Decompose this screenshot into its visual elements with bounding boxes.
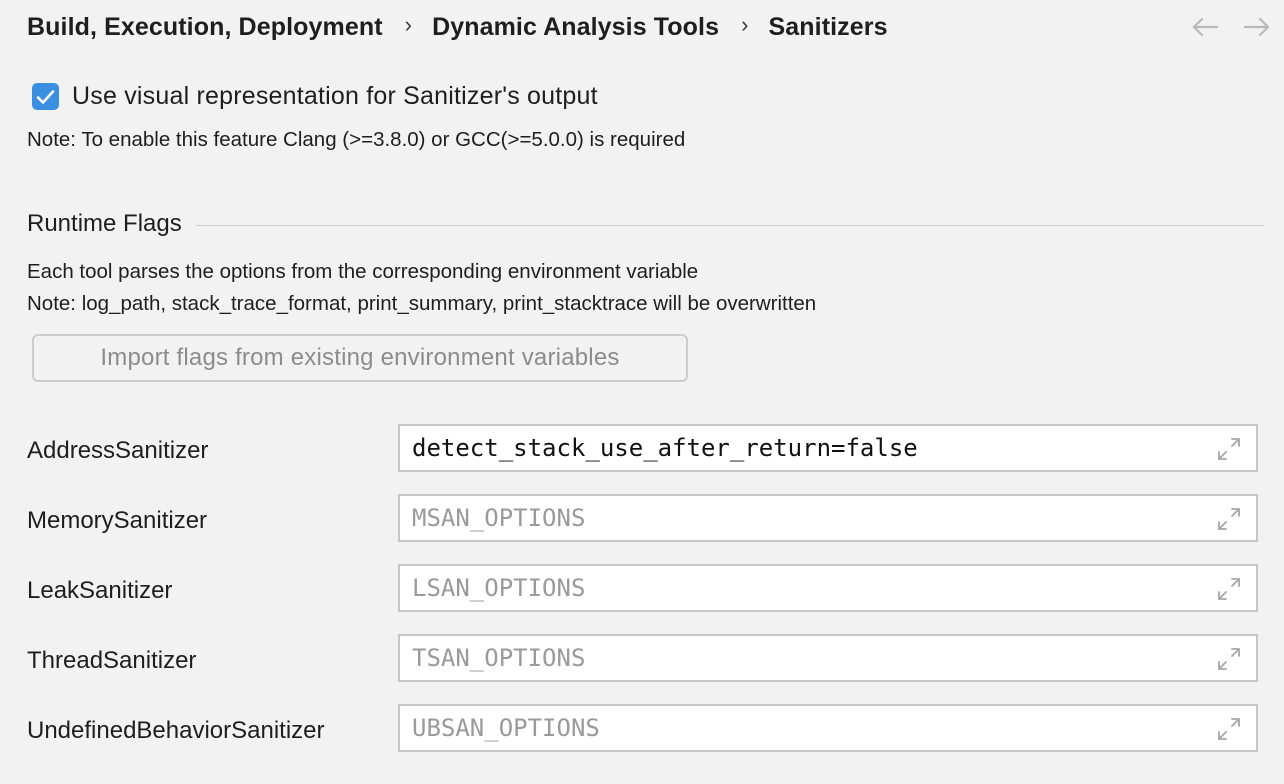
expand-icon[interactable] (1216, 506, 1242, 532)
undefined-behavior-sanitizer-input[interactable] (400, 708, 1202, 748)
back-button[interactable] (1190, 15, 1220, 39)
expand-icon[interactable] (1216, 576, 1242, 602)
breadcrumb-item-sanitizers: Sanitizers (769, 13, 888, 42)
arrow-right-icon (1243, 17, 1271, 37)
runtime-flags-section-header: Runtime Flags (27, 210, 1264, 238)
thread-sanitizer-label: ThreadSanitizer (27, 634, 196, 682)
breadcrumb-separator: › (741, 12, 748, 38)
address-sanitizer-field (398, 424, 1258, 472)
forward-button[interactable] (1242, 15, 1272, 39)
visual-representation-option[interactable]: Use visual representation for Sanitizer'… (32, 82, 598, 111)
undefined-behavior-sanitizer-field (398, 704, 1258, 752)
thread-sanitizer-input[interactable] (400, 638, 1202, 678)
thread-sanitizer-field (398, 634, 1258, 682)
expand-icon[interactable] (1216, 646, 1242, 672)
memory-sanitizer-input[interactable] (400, 498, 1202, 538)
runtime-flags-description: Each tool parses the options from the co… (27, 260, 698, 284)
breadcrumb: Build, Execution, Deployment › Dynamic A… (27, 10, 888, 44)
section-divider (196, 225, 1264, 226)
visual-representation-checkbox[interactable] (32, 83, 59, 110)
runtime-flags-title: Runtime Flags (27, 210, 182, 238)
address-sanitizer-input[interactable] (400, 428, 1202, 468)
memory-sanitizer-row: MemorySanitizer (0, 494, 1284, 542)
breadcrumb-separator: › (405, 12, 412, 38)
checkmark-icon (36, 89, 55, 105)
visual-representation-label[interactable]: Use visual representation for Sanitizer'… (72, 82, 598, 111)
leak-sanitizer-field (398, 564, 1258, 612)
runtime-flags-overwrite-note: Note: log_path, stack_trace_format, prin… (27, 292, 816, 316)
leak-sanitizer-label: LeakSanitizer (27, 564, 172, 612)
expand-icon[interactable] (1216, 436, 1242, 462)
leak-sanitizer-row: LeakSanitizer (0, 564, 1284, 612)
memory-sanitizer-label: MemorySanitizer (27, 494, 207, 542)
undefined-behavior-sanitizer-row: UndefinedBehaviorSanitizer (0, 704, 1284, 752)
address-sanitizer-label: AddressSanitizer (27, 424, 208, 472)
import-flags-button[interactable]: Import flags from existing environment v… (32, 334, 688, 382)
undefined-behavior-sanitizer-label: UndefinedBehaviorSanitizer (27, 704, 325, 752)
thread-sanitizer-row: ThreadSanitizer (0, 634, 1284, 682)
navigation-arrows (1190, 10, 1272, 44)
address-sanitizer-row: AddressSanitizer (0, 424, 1284, 472)
arrow-left-icon (1191, 17, 1219, 37)
breadcrumb-item-build-execution-deployment[interactable]: Build, Execution, Deployment (27, 13, 383, 42)
memory-sanitizer-field (398, 494, 1258, 542)
expand-icon[interactable] (1216, 716, 1242, 742)
breadcrumb-item-dynamic-analysis-tools[interactable]: Dynamic Analysis Tools (432, 13, 719, 42)
compiler-requirement-note: Note: To enable this feature Clang (>=3.… (27, 128, 685, 152)
leak-sanitizer-input[interactable] (400, 568, 1202, 608)
